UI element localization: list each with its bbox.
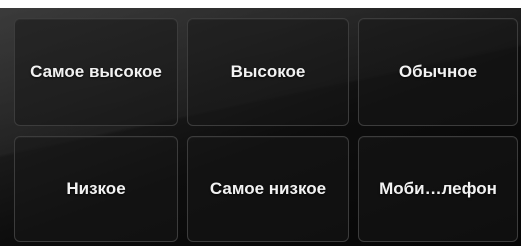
priority-highest-button[interactable]: Самое высокое [14,18,178,126]
priority-low-label: Низкое [66,179,126,198]
priority-selector-panel: Самое высокое Высокое Обычное Низкое Сам… [0,8,521,246]
priority-highest-label: Самое высокое [30,62,162,81]
priority-normal-button[interactable]: Обычное [358,18,518,126]
priority-normal-label: Обычное [398,62,478,81]
priority-high-button[interactable]: Высокое [187,18,349,126]
priority-high-label: Высокое [230,62,306,81]
priority-low-button[interactable]: Низкое [14,136,178,242]
priority-mobile-phone-label: Моби…лефон [379,179,497,198]
priority-lowest-label: Самое низкое [209,179,327,198]
priority-mobile-phone-button[interactable]: Моби…лефон [358,136,518,242]
priority-lowest-button[interactable]: Самое низкое [187,136,349,242]
